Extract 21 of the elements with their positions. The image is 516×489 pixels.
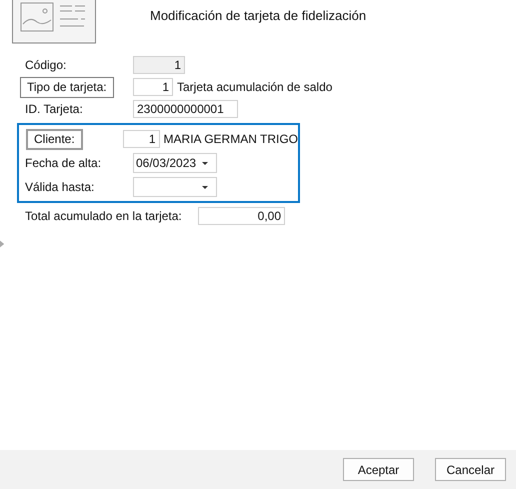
description-text: Tarjeta acumulación de saldo [177, 80, 332, 94]
caret-icon [202, 186, 208, 188]
dialog-title: Modificación de tarjeta de fidelización [150, 8, 366, 23]
date-picker[interactable] [133, 177, 217, 197]
text-field[interactable]: 2300000000001 [133, 100, 238, 118]
field-label: ID. Tarjeta: [25, 102, 83, 116]
date-picker[interactable]: 06/03/2023 [133, 153, 217, 173]
lookup-button[interactable]: Tipo de tarjeta: [20, 76, 114, 98]
code-field[interactable]: 1 [133, 78, 173, 96]
description-text: MARIA GERMAN TRIGO [164, 132, 298, 146]
code-field[interactable]: 1 [122, 130, 160, 148]
total-field: 0,00 [198, 207, 285, 225]
caret-icon [202, 162, 208, 164]
lookup-button[interactable]: Cliente: [26, 128, 83, 150]
field-label: Código: [25, 58, 66, 72]
field-label: Total acumulado en la tarjeta: [25, 209, 183, 223]
field-label: Válida hasta: [25, 180, 94, 194]
code-field: 1 [133, 56, 185, 74]
dialog-button[interactable]: Aceptar [343, 458, 414, 481]
dialog-button[interactable]: Cancelar [435, 458, 506, 481]
field-label: Fecha de alta: [25, 156, 102, 170]
